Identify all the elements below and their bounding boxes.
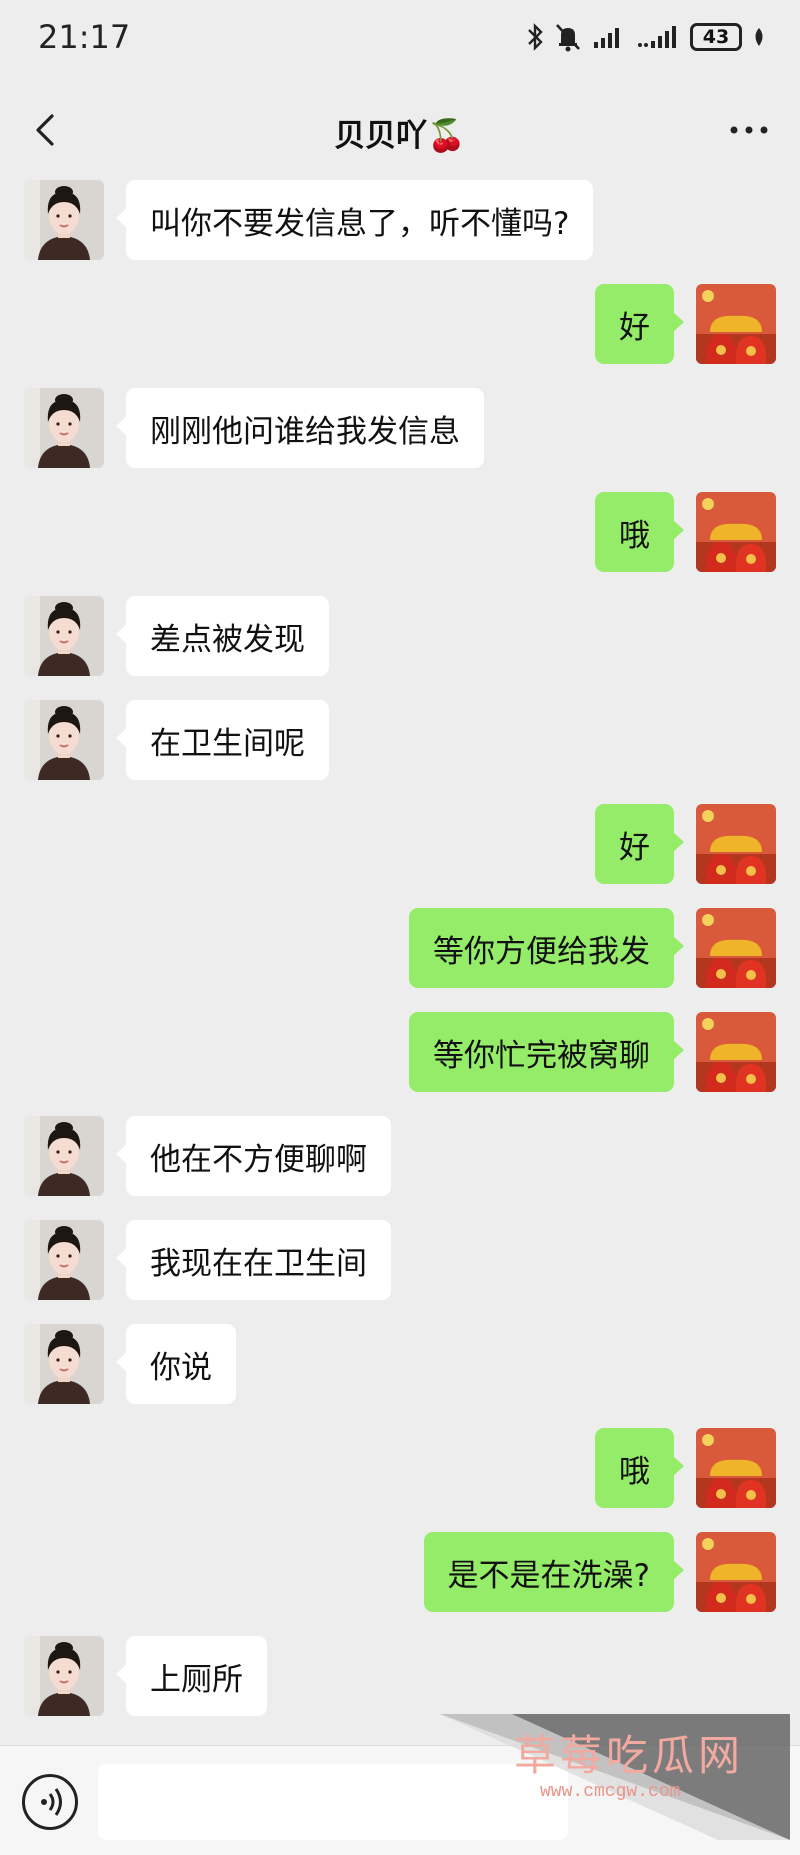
status-bar: 21:17 43 (0, 0, 800, 80)
user-avatar[interactable] (696, 908, 776, 988)
status-icons: 43 (526, 20, 766, 54)
contact-avatar[interactable] (24, 1324, 104, 1404)
incoming-message-bubble[interactable]: 差点被发现 (116, 596, 329, 676)
contact-avatar[interactable] (24, 1636, 104, 1716)
message-row: 哦 (0, 1428, 800, 1508)
message-row: 他在不方便聊啊 (0, 1116, 800, 1196)
outgoing-message-bubble[interactable]: 等你忙完被窝聊 (409, 1012, 684, 1092)
contact-avatar[interactable] (24, 1116, 104, 1196)
contact-avatar[interactable] (24, 700, 104, 780)
voice-input-icon[interactable] (22, 1774, 78, 1830)
incoming-message-bubble[interactable]: 我现在在卫生间 (116, 1220, 391, 1300)
message-row: 是不是在洗澡? (0, 1532, 800, 1612)
signal-icon-1 (592, 24, 626, 50)
outgoing-message-bubble[interactable]: 好 (595, 284, 684, 364)
status-time: 21:17 (38, 18, 131, 56)
incoming-message-bubble[interactable]: 在卫生间呢 (116, 700, 329, 780)
user-avatar[interactable] (696, 804, 776, 884)
message-row: 上厕所 (0, 1636, 800, 1716)
message-row: 哦 (0, 492, 800, 572)
message-row: 等你忙完被窝聊 (0, 1012, 800, 1092)
outgoing-message-bubble[interactable]: 好 (595, 804, 684, 884)
bluetooth-icon (526, 22, 544, 52)
contact-avatar[interactable] (24, 388, 104, 468)
message-row: 你说 (0, 1324, 800, 1404)
chat-header: 贝贝吖🍒 (0, 80, 800, 180)
incoming-message-bubble[interactable]: 叫你不要发信息了，听不懂吗? (115, 180, 594, 260)
message-row: 在卫生间呢 (0, 700, 800, 780)
contact-avatar[interactable] (24, 180, 104, 260)
outgoing-message-bubble[interactable]: 哦 (595, 492, 684, 572)
outgoing-message-bubble[interactable]: 是不是在洗澡? (423, 1532, 685, 1612)
chat-title: 贝贝吖🍒 (334, 118, 466, 154)
message-list[interactable]: 叫你不要发信息了，听不懂吗? 好 刚刚他问谁给我发信息 哦 差点被发现 在卫生间… (0, 180, 800, 1740)
user-avatar[interactable] (696, 284, 776, 364)
watermark-text: 草莓吃瓜网 (514, 1731, 745, 1780)
incoming-message-bubble[interactable]: 上厕所 (116, 1636, 267, 1716)
signal-icon-2 (636, 24, 680, 50)
user-avatar[interactable] (696, 492, 776, 572)
outgoing-message-bubble[interactable]: 哦 (595, 1428, 684, 1508)
mute-bell-icon (554, 22, 582, 52)
watermark-url: www.cmcgw.com (540, 1782, 681, 1802)
user-avatar[interactable] (696, 1012, 776, 1092)
outgoing-message-bubble[interactable]: 等你方便给我发 (409, 908, 684, 988)
leaf-icon (752, 26, 766, 48)
message-row: 差点被发现 (0, 596, 800, 676)
message-row: 我现在在卫生间 (0, 1220, 800, 1300)
incoming-message-bubble[interactable]: 你说 (116, 1324, 236, 1404)
user-avatar[interactable] (696, 1428, 776, 1508)
incoming-message-bubble[interactable]: 刚刚他问谁给我发信息 (116, 388, 484, 468)
message-row: 叫你不要发信息了，听不懂吗? (0, 180, 800, 260)
more-options-icon[interactable] (724, 112, 774, 148)
user-avatar[interactable] (696, 1532, 776, 1612)
message-row: 好 (0, 804, 800, 884)
battery-indicator: 43 (690, 23, 742, 51)
message-row: 好 (0, 284, 800, 364)
message-row: 刚刚他问谁给我发信息 (0, 388, 800, 468)
contact-avatar[interactable] (24, 1220, 104, 1300)
message-row: 等你方便给我发 (0, 908, 800, 988)
contact-avatar[interactable] (24, 596, 104, 676)
watermark-logo: 草莓吃瓜网 www.cmcgw.com (440, 1712, 790, 1842)
incoming-message-bubble[interactable]: 他在不方便聊啊 (116, 1116, 391, 1196)
